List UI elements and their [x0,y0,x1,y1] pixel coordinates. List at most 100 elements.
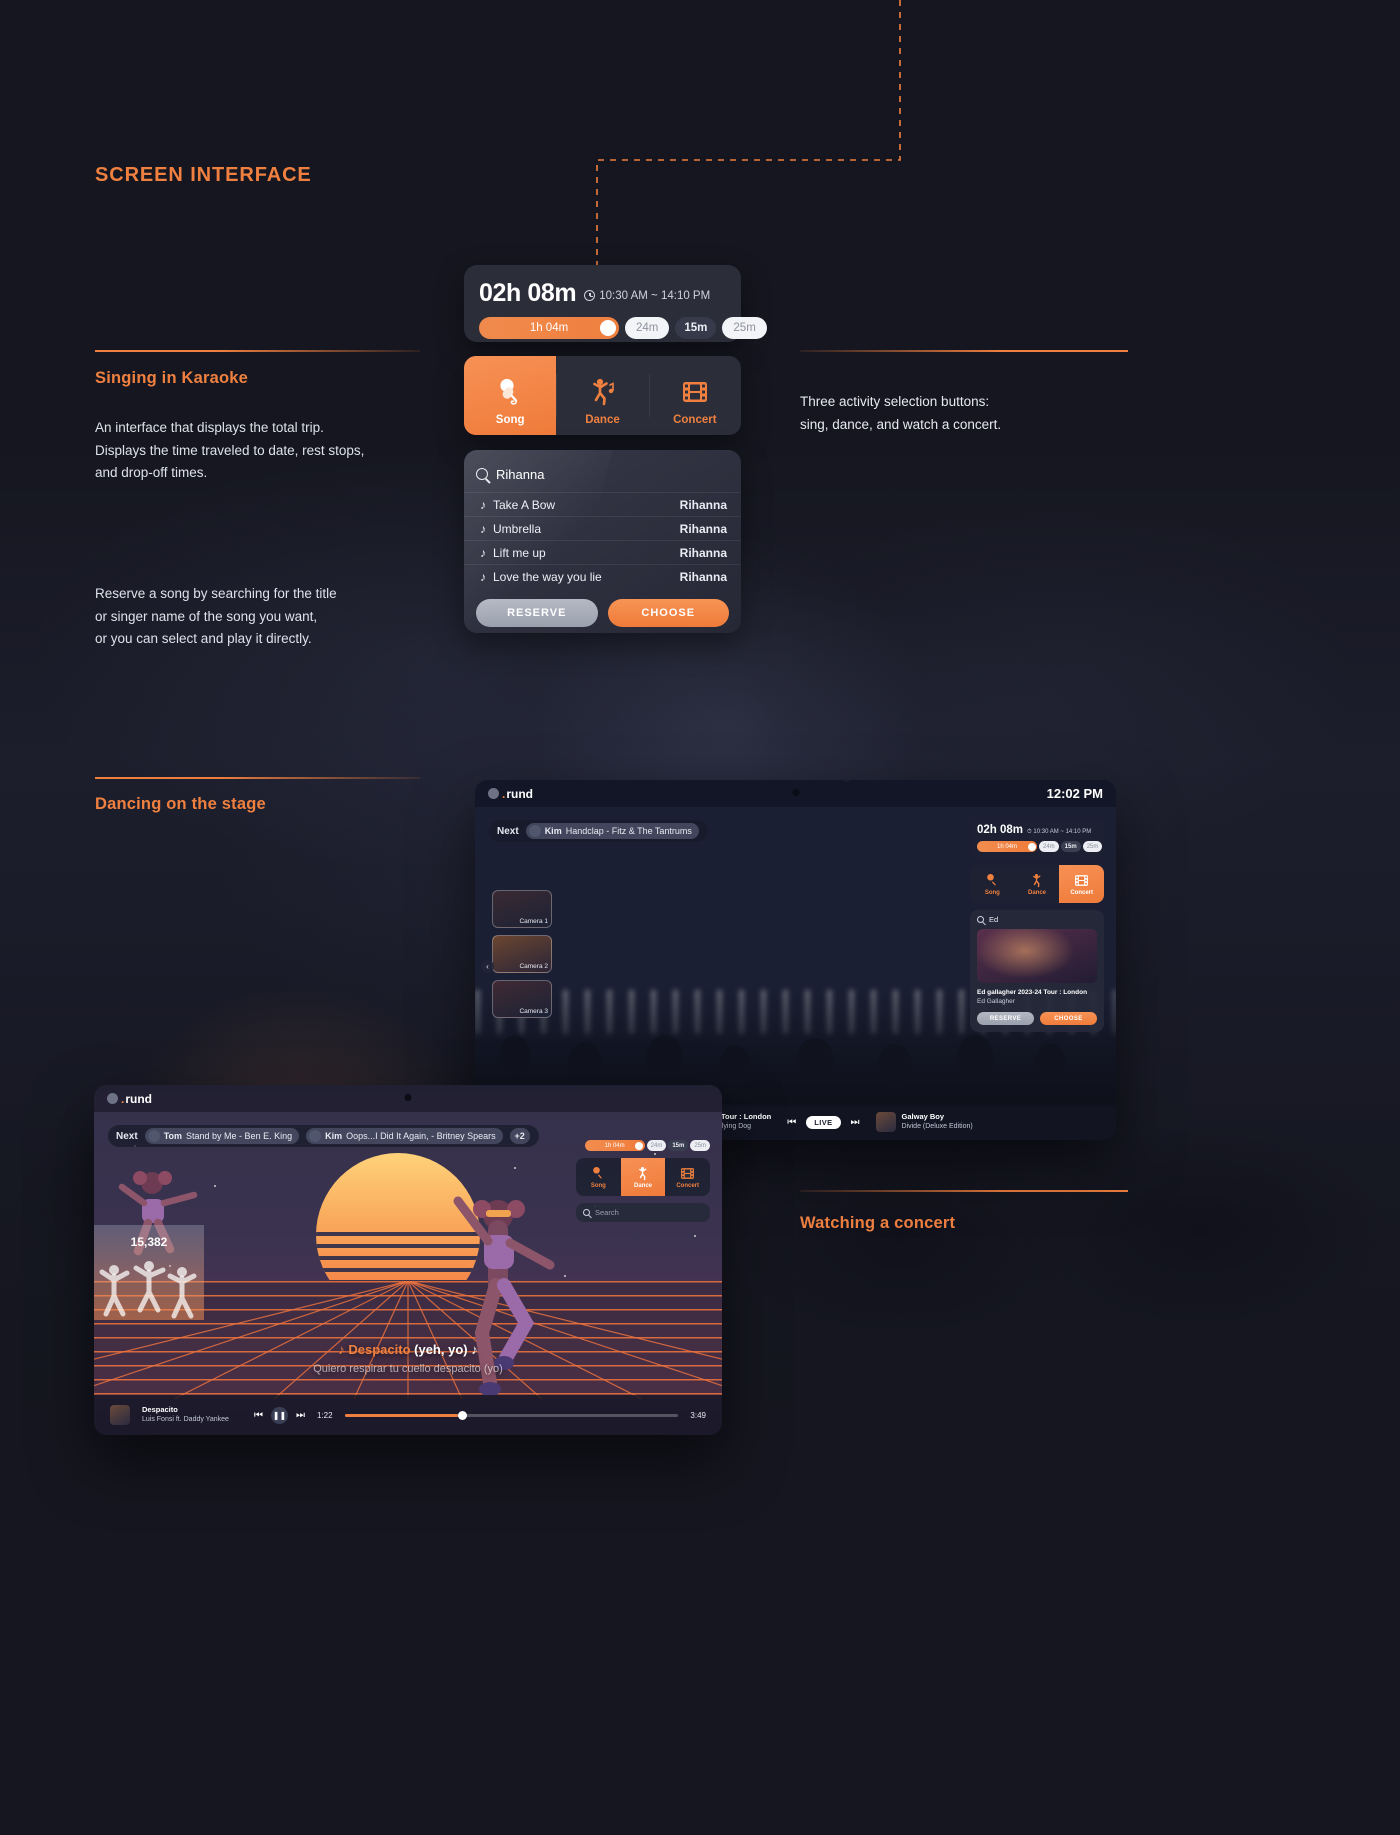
heading-dance: Dancing on the stage [95,795,266,813]
concert-segment-elapsed[interactable]: 1h 04m [977,841,1037,852]
search-query: Rihanna [496,466,545,482]
skip-previous-icon[interactable]: ⏮ [787,1117,796,1128]
elapsed-time: 1:22 [317,1410,333,1420]
brand-dot: . [502,786,506,801]
divider-karaoke [95,350,420,352]
lyric-highlight: ♪ Despacito [338,1342,411,1357]
list-item[interactable]: ♪ Umbrella Rihanna [464,516,741,540]
status-clock: 12:02 PM [1046,786,1103,801]
pause-icon[interactable]: ❚❚ [271,1406,288,1424]
divider-activities [800,350,1128,352]
activity-label-concert: Concert [676,1182,700,1189]
live-badge[interactable]: LIVE [806,1115,841,1129]
song-search-panel: Rihanna ♪ Take A Bow Rihanna ♪ Umbrella … [464,450,741,633]
player-controls: ⏮ LIVE ⏭ [787,1115,860,1129]
dance-segment-elapsed[interactable]: 1h 04m [584,1140,645,1151]
music-note-icon: ♪ [480,545,486,560]
queue-chip[interactable]: Kim Oops...I Did It Again, - Britney Spe… [306,1128,503,1144]
next-label: Next [497,825,519,837]
dance-next-queue: Next Tom Stand by Me - Ben E. King Kim O… [108,1125,539,1147]
brand-name: rund [506,786,534,801]
brand-logo[interactable]: . rund [107,1092,152,1106]
segment-handle[interactable] [599,319,616,337]
dancer-avatar-main [453,1196,555,1396]
activity-button-concert[interactable]: Concert [665,1158,710,1196]
concert-segment-25m[interactable]: 25m [1082,841,1103,852]
activity-button-dance[interactable]: Dance [620,1158,666,1196]
dance-player-controls: ⏮ ❚❚ ⏭ [254,1406,305,1424]
skip-previous-icon[interactable]: ⏮ [254,1410,263,1421]
activity-button-concert[interactable]: Concert [648,356,741,435]
film-strip-icon [681,375,709,409]
search-input[interactable]: Rihanna [476,462,729,486]
concert-search-input[interactable]: Ed [970,910,1104,929]
segment-15m[interactable]: 15m [675,317,717,339]
segment-24m[interactable]: 24m [625,317,670,339]
segment-25m[interactable]: 25m [722,317,767,339]
concert-segment-15m[interactable]: 15m [1060,841,1081,852]
song-results-list: ♪ Take A Bow Rihanna ♪ Umbrella Rihanna … [464,492,741,588]
dancer-icon [587,375,617,409]
activity-label-song: Song [495,414,525,426]
concert-segment-handle[interactable] [1027,842,1036,851]
queue-chip[interactable]: Tom Stand by Me - Ben E. King [144,1128,300,1144]
concert-result-thumbnail[interactable] [977,929,1097,983]
dance-segment-25m[interactable]: 25m [690,1140,710,1151]
camera-thumb[interactable]: Camera 3 [492,980,552,1018]
queue-chip[interactable]: Kim Handclap - Fitz & The Tantrums [525,823,699,839]
concert-timer-range: ⏱ 10:30 AM ~ 14:10 PM [1027,829,1092,835]
progress-slider[interactable] [344,1410,679,1420]
score-value: 15,382 [130,1235,168,1249]
dance-segment-handle[interactable] [635,1141,644,1150]
up-next[interactable]: Galway Boy Divide (Deluxe Edition) [875,1112,973,1132]
song-artist: Rihanna [679,497,727,512]
up-next-title: Galway Boy [901,1112,945,1121]
camera-thumbnail-strip: Camera 1 Camera 2 Camera 3 [492,890,552,1025]
skip-next-icon[interactable]: ⏭ [851,1117,860,1128]
dance-search-input[interactable]: Search [576,1203,710,1222]
film-strip-icon [681,1167,695,1179]
list-item[interactable]: ♪ Lift me up Rihanna [464,540,741,564]
trip-timer-card: 02h 08m 10:30 AM ~ 14:10 PM 1h 04m 24m 1… [464,265,767,342]
activity-button-song[interactable]: Song [970,865,1015,903]
activity-button-dance[interactable]: Dance [556,356,648,435]
list-item[interactable]: ♪ Take A Bow Rihanna [464,492,741,516]
music-note-icon: ♪ [480,569,486,584]
reserve-button[interactable]: RESERVE [977,1012,1034,1025]
clock-icon [584,290,596,301]
dancer-icon [638,1166,646,1180]
dance-segment-15m[interactable]: 15m [668,1140,689,1151]
page-title: SCREEN INTERFACE [95,164,312,186]
duration-time: 3:49 [690,1410,706,1420]
list-item[interactable]: ♪ Love the way you lie Rihanna [464,564,741,588]
camera-thumb[interactable]: Camera 1 [492,890,552,928]
choose-button[interactable]: CHOOSE [1040,1012,1097,1025]
concert-segment-bar[interactable]: 1h 04m 24m 15m 25m [977,841,1103,852]
chevron-left-icon[interactable]: ‹ [481,960,494,973]
choose-button[interactable]: CHOOSE [607,599,729,627]
music-note-icon: ♪ [480,497,486,512]
queue-overflow-chip[interactable]: +2 [509,1128,530,1144]
progress-handle[interactable] [458,1410,468,1420]
timer-range: 10:30 AM ~ 14:10 PM [584,290,710,302]
next-queue-bar[interactable]: Next Tom Stand by Me - Ben E. King Kim O… [108,1125,539,1147]
track-artwork [110,1405,130,1425]
activity-button-dance[interactable]: Dance [1015,865,1060,903]
brand-logo[interactable]: . rund [488,787,533,801]
camera-thumb[interactable]: Camera 2 [492,935,552,973]
dance-segment-bar[interactable]: 1h 04m 24m 15m 25m [576,1140,710,1151]
activity-button-song[interactable]: Song [464,356,557,435]
segment-elapsed-label: 1h 04m [529,322,569,334]
skip-next-icon[interactable]: ⏭ [296,1410,305,1421]
reserve-button[interactable]: RESERVE [476,599,598,627]
front-camera-dot [404,1094,412,1101]
concert-segment-24m[interactable]: 24m [1039,841,1059,852]
segment-elapsed[interactable]: 1h 04m [479,317,619,339]
activity-button-concert[interactable]: Concert [1059,865,1104,903]
concert-search-actions: RESERVE CHOOSE [970,1006,1104,1032]
activity-button-song[interactable]: Song [576,1158,621,1196]
dance-player-bar: Despacito Luis Fonsi ft. Daddy Yankee ⏮ … [94,1395,722,1435]
next-queue-bar[interactable]: Next Kim Handclap - Fitz & The Tantrums [489,820,708,842]
trip-segment-bar[interactable]: 1h 04m 24m 15m 25m [479,317,767,339]
dance-segment-24m[interactable]: 24m [646,1140,667,1151]
